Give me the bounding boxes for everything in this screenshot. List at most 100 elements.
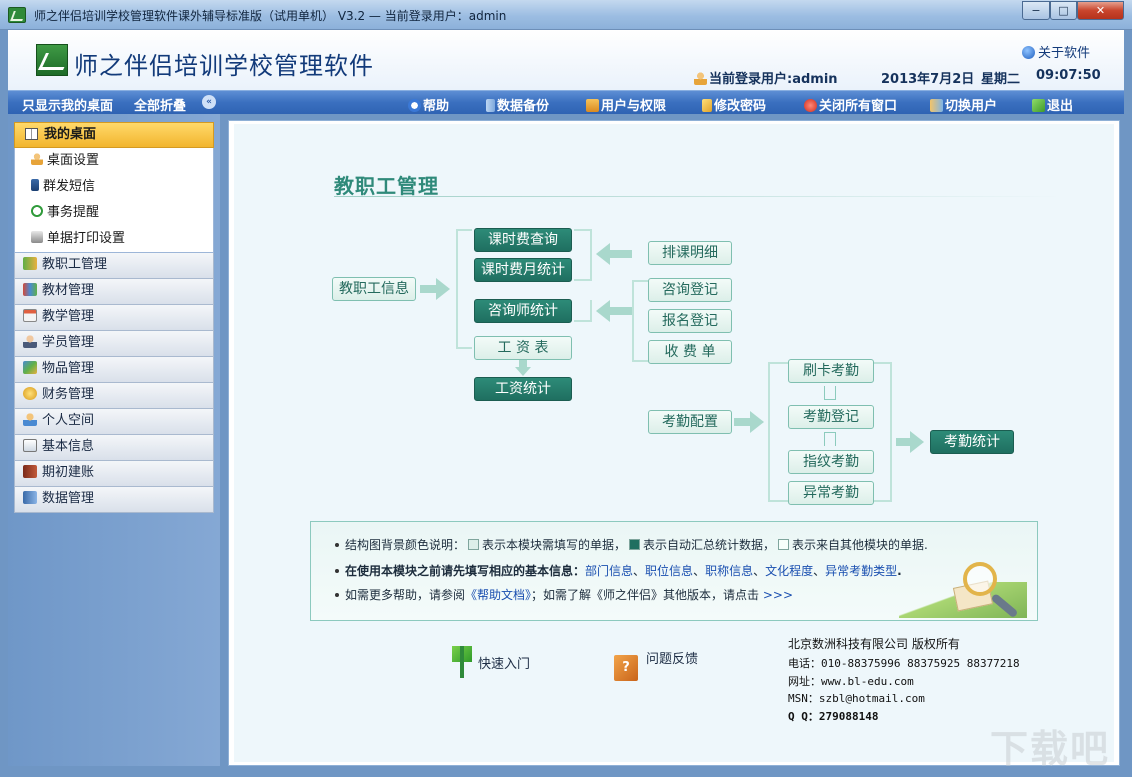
nav-opening-accounts[interactable]: 期初建账 <box>14 461 214 487</box>
goods-icon <box>23 361 37 374</box>
nav-group-sms[interactable]: 群发短信 <box>15 174 213 200</box>
window-title-bar: 师之伴侣培训学校管理软件课外辅导标准版（试用单机） V3.2 — 当前登录用户：… <box>0 0 1132 30</box>
app-header: 师之伴侣培训学校管理软件 关于软件 当前登录用户:admin 2013年7月2日… <box>8 30 1124 90</box>
close-all-windows-button[interactable]: 关闭所有窗口 <box>804 95 897 114</box>
nav-reminders[interactable]: 事务提醒 <box>15 200 213 226</box>
nav-student-management[interactable]: 学员管理 <box>14 331 214 357</box>
nav-print-settings[interactable]: 单据打印设置 <box>15 226 213 252</box>
clock-icon <box>31 205 43 217</box>
nav-my-desktop[interactable]: 我的桌面 <box>14 122 214 148</box>
schedule-detail-box[interactable]: 排课明细 <box>648 241 732 265</box>
dark-swatch <box>629 539 641 550</box>
left-bracket-attendance <box>768 362 788 502</box>
link-department[interactable]: 部门信息 <box>585 564 633 578</box>
logo-icon <box>36 44 68 76</box>
right-bracket-attendance <box>874 362 892 502</box>
more-versions-link[interactable]: >>> <box>763 588 793 602</box>
backup-button[interactable]: 数据备份 <box>486 95 549 114</box>
status-area: 当前登录用户:admin 2013年7月2日 星期二 09:07:50 <box>694 68 1101 87</box>
help-button[interactable]: 帮助 <box>408 95 449 114</box>
salary-table-box[interactable]: 工 资 表 <box>474 336 572 360</box>
change-password-button[interactable]: 修改密码 <box>702 95 766 114</box>
magnifier-icon <box>899 562 1027 619</box>
key-icon <box>702 99 712 112</box>
attendance-register-box[interactable]: 考勤登记 <box>788 405 874 429</box>
enroll-register-box[interactable]: 报名登记 <box>648 309 732 333</box>
nav-staff-management[interactable]: 教职工管理 <box>14 253 214 279</box>
arrow-schedule <box>610 250 632 258</box>
sidebar: 我的桌面 桌面设置 群发短信 事务提醒 单据打印设置 教职工管理 教材管理 教学… <box>8 114 220 766</box>
left-bracket-register <box>632 280 648 362</box>
right-bracket-consult <box>574 300 592 322</box>
nav-goods-management[interactable]: 物品管理 <box>14 357 214 383</box>
watermark: 下载吧 <box>990 727 1111 771</box>
legend-line-basic-info: 在使用本模块之前请先填写相应的基本信息：部门信息、职位信息、职称信息、文化程度、… <box>335 562 902 579</box>
staff-info-box[interactable]: 教职工信息 <box>332 277 416 301</box>
legend-panel: 结构图背景颜色说明： 表示本模块需填写的单据， 表示自动汇总统计数据， 表示来自其他模… <box>310 521 1038 621</box>
document-icon <box>23 439 37 452</box>
link-education[interactable]: 文化程度 <box>765 564 813 578</box>
arrow-head-icon <box>750 411 764 433</box>
link-position[interactable]: 职位信息 <box>645 564 693 578</box>
arrow-head-icon <box>596 300 610 322</box>
abnormal-attendance-box[interactable]: 异常考勤 <box>788 481 874 505</box>
printer-icon <box>31 231 43 243</box>
window-title: 师之伴侣培训学校管理软件课外辅导标准版（试用单机） V3.2 — 当前登录用户：… <box>34 9 507 23</box>
link-abnormal-type[interactable]: 异常考勤类型 <box>825 564 897 578</box>
class-fee-monthly-box[interactable]: 课时费月统计 <box>474 258 572 282</box>
weekday: 星期二 <box>981 72 1021 87</box>
switch-user-button[interactable]: 切换用户 <box>930 95 997 114</box>
section-divider <box>334 196 1062 197</box>
website-info[interactable]: 网址：www.bl-edu.com <box>788 673 914 689</box>
collapse-all-button[interactable]: 全部折叠 <box>134 95 186 114</box>
arrow-up-outline-icon <box>824 432 836 446</box>
fingerprint-attendance-box[interactable]: 指纹考勤 <box>788 450 874 474</box>
consultant-stats-box[interactable]: 咨询师统计 <box>474 299 572 323</box>
white-swatch <box>778 539 790 550</box>
consult-register-box[interactable]: 咨询登记 <box>648 278 732 302</box>
section-title: 教职工管理 <box>334 174 439 198</box>
show-desktop-only-button[interactable]: 只显示我的桌面 <box>22 95 113 114</box>
right-bracket-fee <box>574 229 592 281</box>
help-doc-link[interactable]: 《帮助文档》 <box>465 588 531 602</box>
current-user: 当前登录用户:admin <box>709 72 838 87</box>
attendance-config-box[interactable]: 考勤配置 <box>648 410 732 434</box>
feedback-button[interactable]: ?问题反馈 <box>614 648 698 681</box>
nav-personal-space[interactable]: 个人空间 <box>14 409 214 435</box>
clock: 09:07:50 <box>1036 68 1101 83</box>
database-icon <box>486 99 495 112</box>
exit-button[interactable]: 退出 <box>1032 95 1073 114</box>
link-title[interactable]: 职称信息 <box>705 564 753 578</box>
nav-desktop-settings[interactable]: 桌面设置 <box>15 148 213 174</box>
nav-data-management[interactable]: 数据管理 <box>14 487 214 513</box>
company-name: 北京数洲科技有限公司 版权所有 <box>788 637 960 651</box>
maximize-button[interactable]: □ <box>1050 1 1077 20</box>
quick-start-button[interactable]: 快速入门 <box>452 646 530 678</box>
nav-basic-info[interactable]: 基本信息 <box>14 435 214 461</box>
users-permissions-button[interactable]: 用户与权限 <box>586 95 666 114</box>
minimize-button[interactable]: − <box>1022 1 1050 20</box>
close-button[interactable]: ✕ <box>1077 1 1124 20</box>
qq-info: Q Q：279088148 <box>788 710 879 723</box>
nav-textbook-management[interactable]: 教材管理 <box>14 279 214 305</box>
light-swatch <box>468 539 480 550</box>
attendance-stats-box[interactable]: 考勤统计 <box>930 430 1014 454</box>
toolbar: 只显示我的桌面 全部折叠 « 帮助 数据备份 用户与权限 修改密码 关闭所有窗口… <box>8 90 1124 114</box>
class-fee-query-box[interactable]: 课时费查询 <box>474 228 572 252</box>
msn-info: MSN：szbl@hotmail.com <box>788 692 925 705</box>
ledger-icon <box>23 465 37 478</box>
arrow-head-icon <box>436 278 450 300</box>
card-attendance-box[interactable]: 刷卡考勤 <box>788 359 874 383</box>
date: 2013年7月2日 <box>881 72 975 87</box>
signpost-icon <box>452 646 472 678</box>
collapse-icon[interactable]: « <box>202 95 216 109</box>
fee-receipt-box[interactable]: 收 费 单 <box>648 340 732 364</box>
user-icon <box>694 72 707 85</box>
salary-stats-box[interactable]: 工资统计 <box>474 377 572 401</box>
books-icon <box>23 283 37 296</box>
arrow-register <box>610 307 632 315</box>
arrow-head-icon <box>910 431 924 453</box>
about-button[interactable]: 关于软件 <box>1022 42 1090 61</box>
nav-finance-management[interactable]: 财务管理 <box>14 383 214 409</box>
nav-teaching-management[interactable]: 教学管理 <box>14 305 214 331</box>
